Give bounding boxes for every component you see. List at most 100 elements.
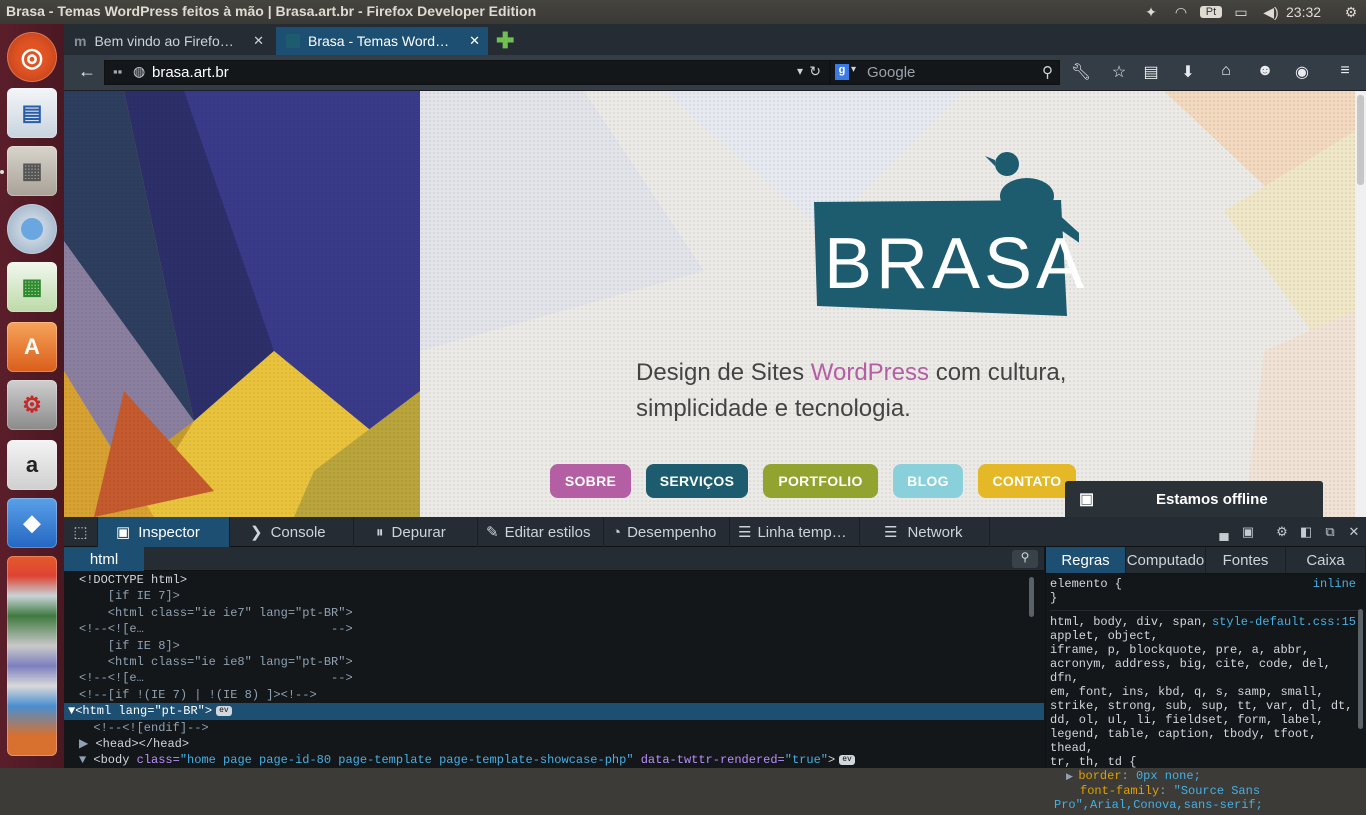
globe-icon: ◍ bbox=[133, 63, 146, 79]
bookmark-star-icon[interactable]: ☆ bbox=[1108, 62, 1130, 84]
chromium-icon[interactable] bbox=[7, 204, 57, 254]
stacked-apps-icon[interactable] bbox=[7, 556, 57, 756]
devtools-toolbar: ⬚ ▣ Inspector ❯ Console ⏸ Depurar ✎ Editar e… bbox=[64, 517, 1366, 547]
calc-icon[interactable]: ▦ bbox=[7, 262, 57, 312]
search-icon[interactable]: ⚲ bbox=[1042, 63, 1053, 81]
tab-performance[interactable]: ◔ Desempenho bbox=[604, 517, 730, 547]
breadcrumb: html ⚲ bbox=[64, 547, 1044, 571]
sidebar-scrollbar[interactable] bbox=[1358, 609, 1363, 729]
rule-source-link[interactable]: style-default.css:15 bbox=[1212, 615, 1356, 629]
markup-line[interactable]: <!--<![e… --> bbox=[64, 670, 1044, 686]
scrollbar-thumb[interactable] bbox=[1357, 95, 1364, 185]
writer-icon[interactable]: ▤ bbox=[7, 88, 57, 138]
history-dropdown-icon[interactable]: ▾ bbox=[797, 64, 803, 78]
split-console-icon[interactable]: ▄ bbox=[1212, 525, 1236, 540]
url-text[interactable]: brasa.art.br bbox=[152, 64, 229, 81]
markup-line[interactable]: [if IE 7]> bbox=[64, 588, 1044, 604]
css-declaration[interactable]: font-family: "Source Sans bbox=[1050, 784, 1362, 798]
tab-console[interactable]: ❯ Console bbox=[230, 517, 354, 547]
file-manager-icon[interactable]: ▦ bbox=[7, 146, 57, 196]
tab-inspector[interactable]: ▣ Inspector bbox=[98, 517, 230, 547]
dropbox-app-icon[interactable]: ◆ bbox=[7, 498, 57, 548]
tab-brasa[interactable]: Brasa - Temas Word… ✕ bbox=[276, 27, 488, 55]
google-search-engine-icon[interactable]: g bbox=[835, 64, 849, 80]
markup-line[interactable]: <!DOCTYPE html> bbox=[64, 572, 1044, 588]
power-gear-icon[interactable]: ⚙ bbox=[1336, 4, 1366, 21]
close-devtools-icon[interactable]: ✕ bbox=[1342, 524, 1366, 540]
undock-icon[interactable]: ⧉ bbox=[1318, 524, 1342, 540]
chat-widget[interactable]: ▣ Estamos offline bbox=[1065, 481, 1323, 517]
close-tab-icon[interactable]: ✕ bbox=[469, 33, 480, 49]
wordpress-highlight: WordPress bbox=[810, 359, 930, 386]
expand-arrow-icon[interactable]: ▶ bbox=[79, 737, 95, 751]
url-bar[interactable]: ▪▪ ◍ brasa.art.br ▾ ↻ bbox=[104, 60, 830, 85]
markup-line[interactable]: <html class="ie ie8" lang="pt-BR"> bbox=[64, 654, 1044, 670]
event-badge[interactable]: ev bbox=[839, 755, 855, 766]
markup-line[interactable]: [if IE 8]> bbox=[64, 638, 1044, 654]
markup-line[interactable]: ▼ <body class="home page page-id-80 page… bbox=[64, 752, 1044, 768]
css-declaration[interactable]: ▶ border: 0px none; bbox=[1050, 769, 1362, 784]
tab-rules[interactable]: Regras bbox=[1046, 547, 1126, 573]
hamburger-menu-icon[interactable]: ≡ bbox=[1334, 62, 1356, 84]
battery-icon[interactable]: ▭ bbox=[1226, 4, 1256, 21]
markup-line[interactable]: <!--<![e… --> bbox=[64, 621, 1044, 637]
settings-gear-icon[interactable]: ⚙ bbox=[1270, 524, 1294, 540]
chat-status: Estamos offline bbox=[1156, 491, 1268, 508]
dock-side-icon[interactable]: ◧ bbox=[1294, 524, 1318, 540]
page-scrollbar[interactable] bbox=[1355, 91, 1366, 517]
tab-box-model[interactable]: Caixa bbox=[1286, 547, 1366, 573]
tab-fonts[interactable]: Fontes bbox=[1206, 547, 1286, 573]
markup-line[interactable]: <!--<![endif]--> bbox=[64, 720, 1044, 736]
reload-icon[interactable]: ↻ bbox=[809, 63, 821, 80]
tab-computed[interactable]: Computado bbox=[1126, 547, 1206, 573]
wifi-icon[interactable]: ◠ bbox=[1166, 4, 1196, 21]
developer-tools-icon[interactable]: ◉ bbox=[1291, 62, 1313, 84]
clock[interactable]: 23:32 bbox=[1286, 4, 1336, 20]
bookmarks-menu-icon[interactable]: ▤ bbox=[1140, 62, 1162, 84]
menu-blog-button[interactable]: BLOG bbox=[893, 464, 963, 498]
ubuntu-dash-icon[interactable]: ◎ bbox=[7, 32, 57, 82]
search-bar[interactable]: g ▾ Google ⚲ bbox=[830, 60, 1060, 85]
close-tab-icon[interactable]: ✕ bbox=[253, 33, 264, 49]
tab-debugger[interactable]: ⏸ Depurar bbox=[354, 517, 478, 547]
hello-chat-icon[interactable]: ☻ bbox=[1254, 62, 1276, 84]
tab-welcome[interactable]: m Bem vindo ao Firefo… ✕ bbox=[64, 27, 272, 55]
markup-line-selected[interactable]: ▼<html lang="pt-BR"> ev bbox=[64, 703, 1044, 720]
dropbox-icon[interactable]: ✦ bbox=[1136, 4, 1166, 21]
element-picker-button[interactable]: ⬚ bbox=[64, 517, 98, 547]
tab-timeline[interactable]: ☰ Linha temp… bbox=[730, 517, 860, 547]
home-icon[interactable]: ⌂ bbox=[1215, 62, 1237, 84]
amazon-icon[interactable]: a bbox=[7, 440, 57, 490]
tab-style-editor[interactable]: ✎ Editar estilos bbox=[478, 517, 604, 547]
menu-contato-button[interactable]: CONTATO bbox=[978, 464, 1076, 498]
rule-source-link[interactable]: inline bbox=[1313, 577, 1356, 591]
brasa-favicon-icon bbox=[286, 34, 300, 48]
devtools-controls: ▄ ▣ ⚙ ◧ ⧉ ✕ bbox=[1212, 517, 1366, 547]
menu-servicos-button[interactable]: SERVIÇOS bbox=[646, 464, 748, 498]
markup-line[interactable]: ▶ <head></head> bbox=[64, 736, 1044, 752]
software-center-icon[interactable]: A bbox=[7, 322, 57, 372]
identity-icon[interactable]: ▪▪ bbox=[113, 64, 122, 79]
keyboard-layout-indicator[interactable]: Pt bbox=[1200, 6, 1222, 18]
site-tagline: Design de Sites WordPress com cultura, s… bbox=[636, 359, 1067, 422]
search-icon[interactable]: ⚲ bbox=[1012, 550, 1038, 568]
back-button[interactable]: ← bbox=[76, 61, 98, 83]
event-badge[interactable]: ev bbox=[216, 705, 232, 716]
markup-line[interactable]: <html class="ie ie7" lang="pt-BR"> bbox=[64, 605, 1044, 621]
downloads-icon[interactable]: ⬇ bbox=[1177, 62, 1199, 84]
expand-arrow-icon[interactable]: ▼ bbox=[79, 753, 93, 767]
breadcrumb-html[interactable]: html bbox=[64, 547, 144, 571]
new-tab-button[interactable]: ✚ bbox=[496, 28, 514, 54]
markup-scrollbar[interactable] bbox=[1029, 577, 1034, 617]
menu-portfolio-button[interactable]: PORTFOLIO bbox=[763, 464, 878, 498]
tab-network[interactable]: ☰ Network bbox=[860, 517, 990, 547]
wrench-icon[interactable]: 🔧︎ bbox=[1070, 62, 1092, 84]
responsive-mode-icon[interactable]: ▣ bbox=[1236, 524, 1260, 540]
markup-line[interactable]: <!--[if !(IE 7) | !(IE 8) ]><!--> bbox=[64, 687, 1044, 703]
volume-icon[interactable]: ◀) bbox=[1256, 4, 1286, 21]
system-settings-icon[interactable]: ⚙ bbox=[7, 380, 57, 430]
search-engine-dropdown-icon[interactable]: ▾ bbox=[851, 64, 856, 75]
markup-tree: <!DOCTYPE html> [if IE 7]> <html class="… bbox=[64, 571, 1044, 769]
menu-sobre-button[interactable]: SOBRE bbox=[550, 464, 631, 498]
expand-arrow-icon: ▶ bbox=[1066, 772, 1079, 782]
